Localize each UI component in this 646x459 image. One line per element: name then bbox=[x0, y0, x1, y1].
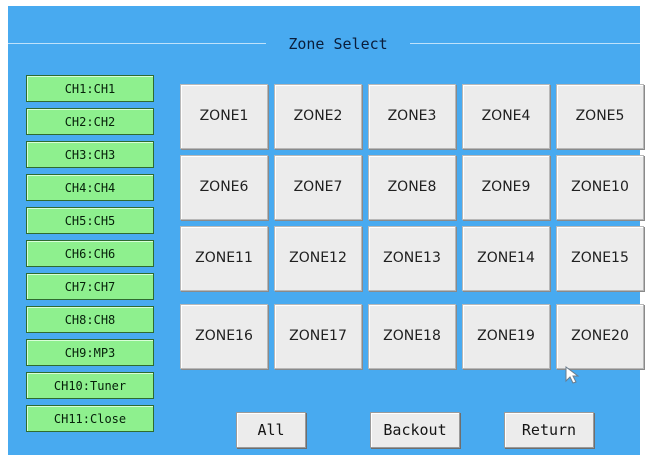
channel-button-4[interactable]: CH4:CH4 bbox=[26, 174, 154, 201]
zone-button-14[interactable]: ZONE14 bbox=[462, 226, 550, 291]
zone-button-1[interactable]: ZONE1 bbox=[180, 84, 268, 149]
header-divider-left bbox=[8, 43, 266, 44]
zone-button-6[interactable]: ZONE6 bbox=[180, 155, 268, 220]
channel-button-9[interactable]: CH9:MP3 bbox=[26, 339, 154, 366]
zone-button-5[interactable]: ZONE5 bbox=[556, 84, 644, 149]
channel-button-7[interactable]: CH7:CH7 bbox=[26, 273, 154, 300]
zone-button-12[interactable]: ZONE12 bbox=[274, 226, 362, 291]
return-button[interactable]: Return bbox=[504, 412, 594, 448]
zone-button-16[interactable]: ZONE16 bbox=[180, 304, 268, 369]
zone-button-9[interactable]: ZONE9 bbox=[462, 155, 550, 220]
zone-button-2[interactable]: ZONE2 bbox=[274, 84, 362, 149]
channel-list: CH1:CH1 CH2:CH2 CH3:CH3 CH4:CH4 CH5:CH5 … bbox=[19, 75, 167, 455]
header-divider-right bbox=[410, 43, 640, 44]
zone-button-8[interactable]: ZONE8 bbox=[368, 155, 456, 220]
zone-button-15[interactable]: ZONE15 bbox=[556, 226, 644, 291]
all-button[interactable]: All bbox=[236, 412, 306, 448]
zone-button-3[interactable]: ZONE3 bbox=[368, 84, 456, 149]
zone-button-13[interactable]: ZONE13 bbox=[368, 226, 456, 291]
zone-button-10[interactable]: ZONE10 bbox=[556, 155, 644, 220]
channel-button-3[interactable]: CH3:CH3 bbox=[26, 141, 154, 168]
channel-button-8[interactable]: CH8:CH8 bbox=[26, 306, 154, 333]
zone-button-11[interactable]: ZONE11 bbox=[180, 226, 268, 291]
channel-button-1[interactable]: CH1:CH1 bbox=[26, 75, 154, 102]
page-title: Zone Select bbox=[288, 35, 388, 53]
channel-button-11[interactable]: CH11:Close bbox=[26, 405, 154, 432]
channel-button-5[interactable]: CH5:CH5 bbox=[26, 207, 154, 234]
backout-button[interactable]: Backout bbox=[370, 412, 460, 448]
channel-button-10[interactable]: CH10:Tuner bbox=[26, 372, 154, 399]
zone-button-17[interactable]: ZONE17 bbox=[274, 304, 362, 369]
zone-button-19[interactable]: ZONE19 bbox=[462, 304, 550, 369]
channel-button-2[interactable]: CH2:CH2 bbox=[26, 108, 154, 135]
channel-button-6[interactable]: CH6:CH6 bbox=[26, 240, 154, 267]
pointer-cursor-icon bbox=[565, 366, 580, 384]
zone-select-screen: Zone Select CH1:CH1 CH2:CH2 CH3:CH3 CH4:… bbox=[8, 6, 644, 455]
zone-button-7[interactable]: ZONE7 bbox=[274, 155, 362, 220]
zone-button-4[interactable]: ZONE4 bbox=[462, 84, 550, 149]
zone-button-18[interactable]: ZONE18 bbox=[368, 304, 456, 369]
zone-button-20[interactable]: ZONE20 bbox=[556, 304, 644, 369]
